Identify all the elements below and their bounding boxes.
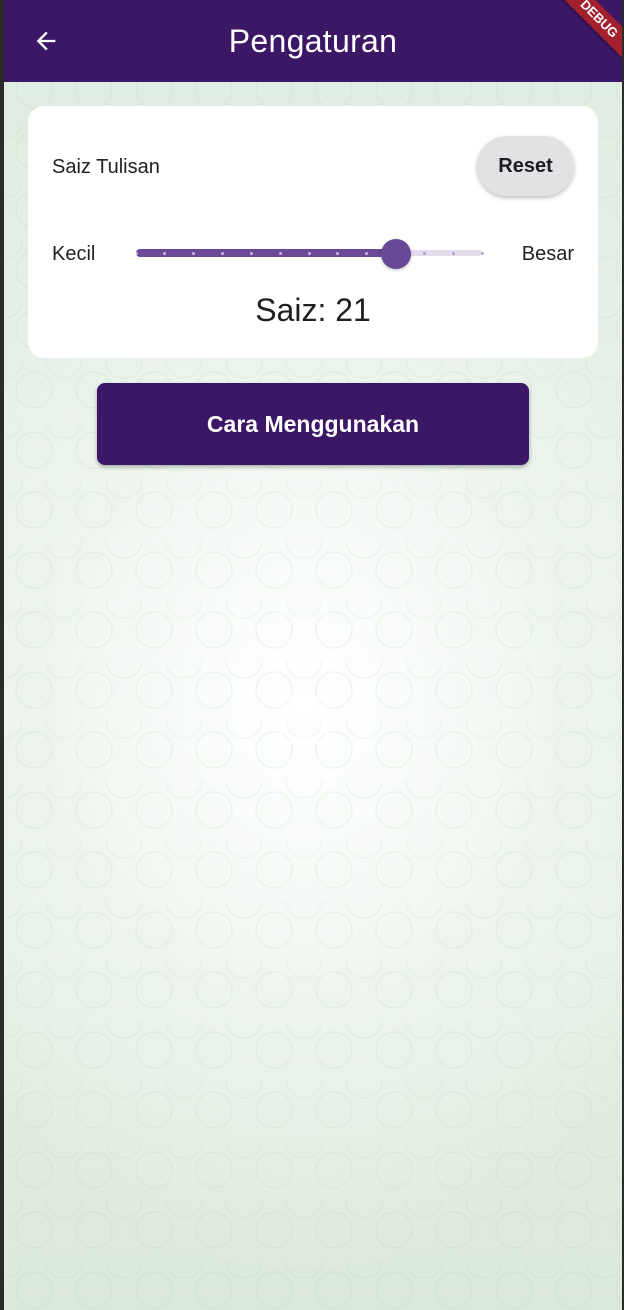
slider-thumb[interactable] — [380, 239, 411, 269]
slider-tick — [451, 252, 455, 255]
slider-tick — [480, 252, 484, 255]
slider-tick — [278, 252, 282, 255]
slider-max-label: Besar — [521, 243, 574, 265]
reset-button[interactable]: Reset — [477, 136, 574, 196]
arrow-back-icon — [36, 31, 56, 51]
font-size-value: Saiz: 21 — [255, 292, 371, 328]
slider-tick — [249, 252, 253, 255]
font-size-card: Saiz Tulisan Reset Kecil Besar Saiz: 21 — [28, 106, 598, 358]
back-button[interactable] — [30, 25, 62, 57]
settings-screen: Pengaturan DEBUG Saiz Tulisan Reset Keci… — [4, 0, 622, 1310]
slider-tick — [134, 252, 138, 255]
app-bar: Pengaturan DEBUG — [4, 0, 622, 82]
debug-banner: DEBUG — [545, 0, 622, 73]
page-title: Pengaturan — [228, 22, 398, 59]
slider-tick — [422, 252, 426, 255]
slider-tick — [221, 252, 224, 255]
slider-track-active — [136, 249, 396, 257]
font-size-label: Saiz Tulisan — [52, 156, 160, 178]
slider-tick — [307, 252, 311, 255]
font-size-slider[interactable] — [134, 238, 484, 269]
slider-min-label: Kecil — [52, 243, 96, 265]
how-to-use-button[interactable]: Cara Menggunakan — [97, 383, 529, 465]
